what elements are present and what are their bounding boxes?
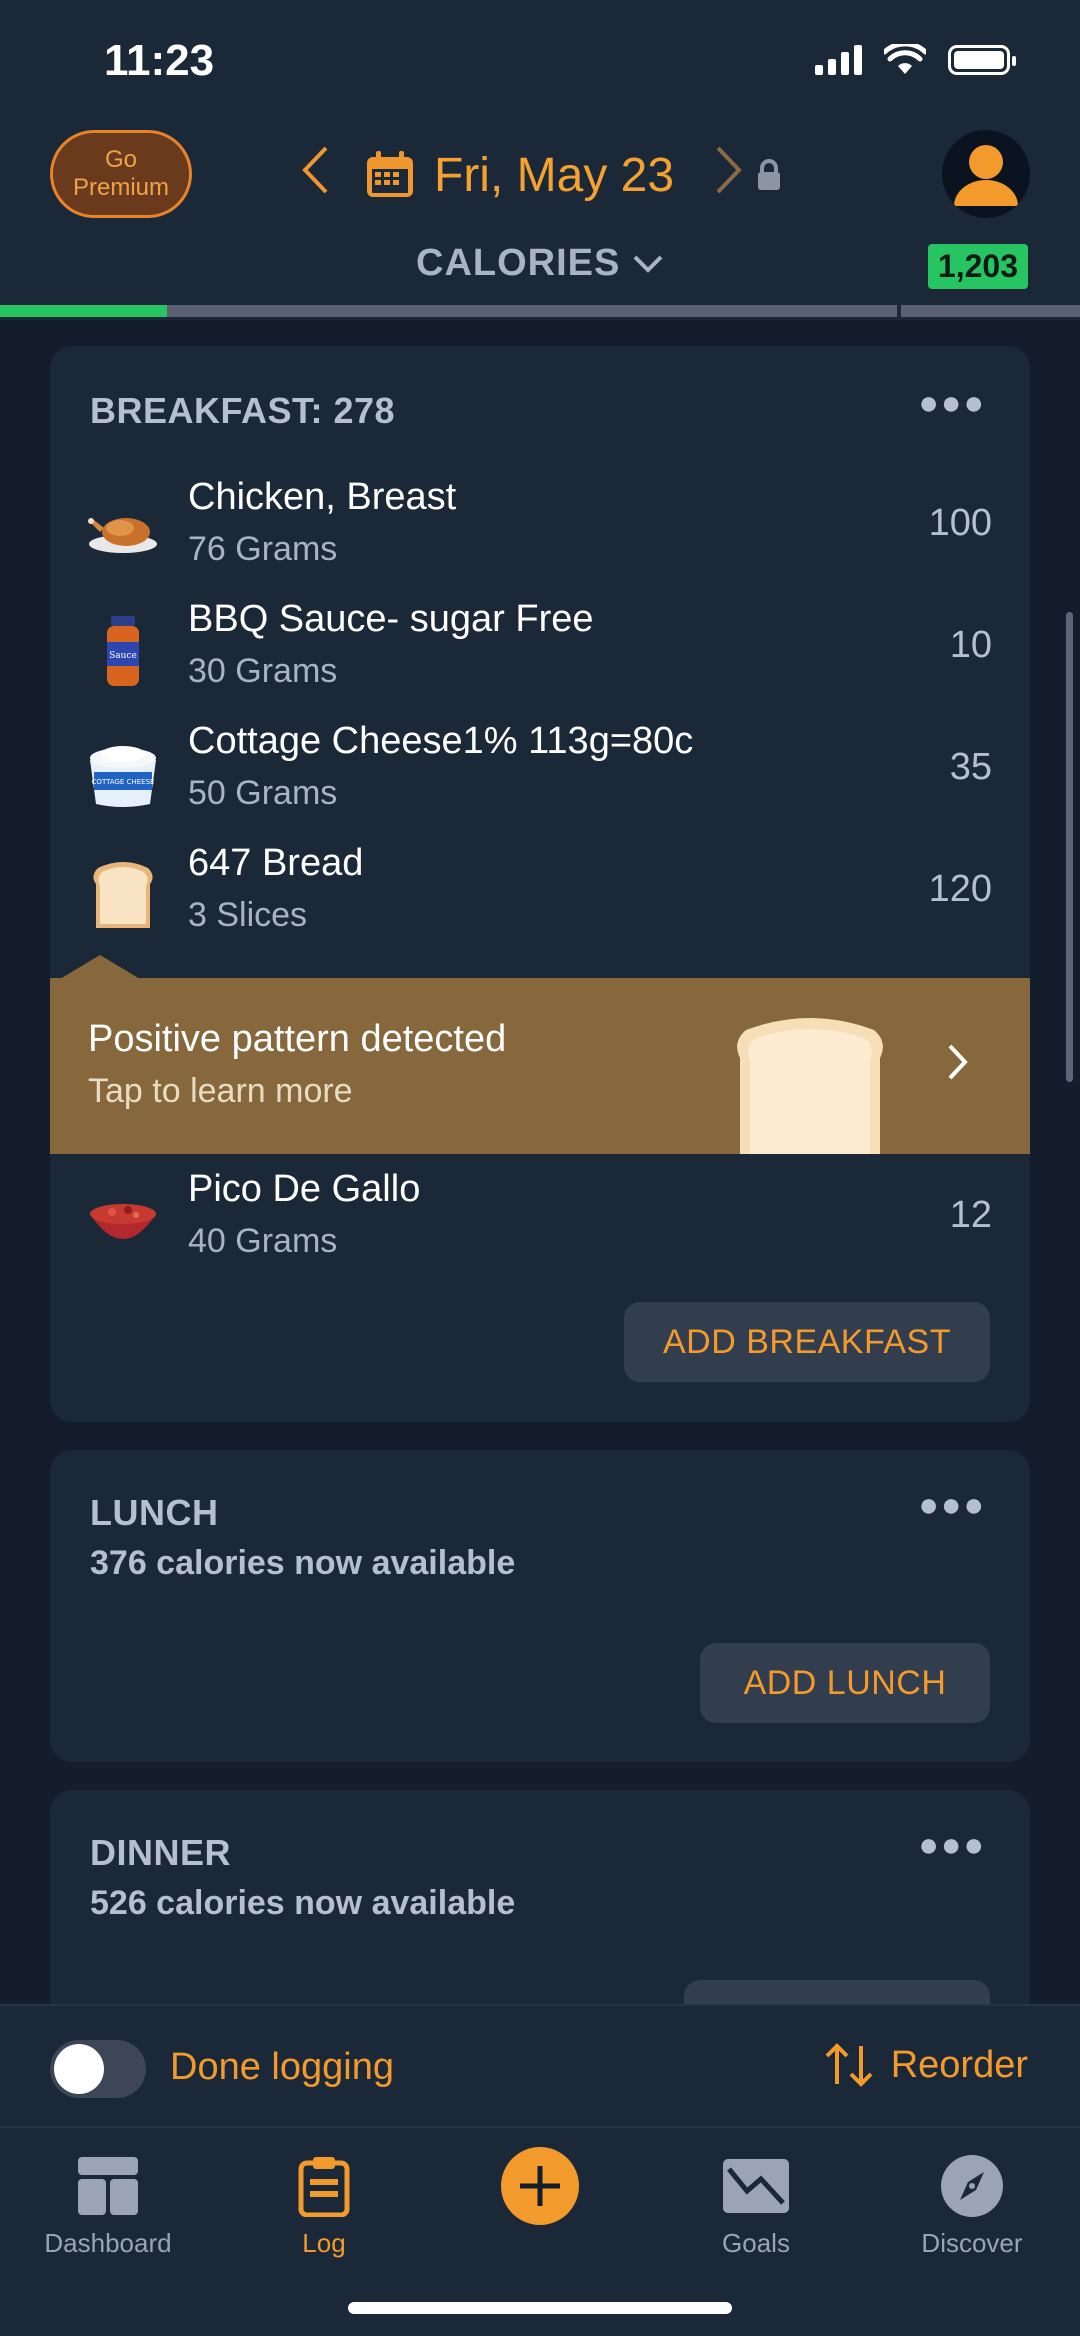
done-logging-bar: Done logging Reorder xyxy=(0,2004,1080,2126)
roast-chicken-icon xyxy=(88,518,157,553)
status-icons xyxy=(815,44,1016,76)
food-item[interactable]: COTTAGE CHEESE Cottage Cheese1% 113g=80c… xyxy=(50,714,1030,824)
next-day-button[interactable] xyxy=(714,145,744,205)
plus-icon xyxy=(501,2147,579,2225)
food-name: Cottage Cheese1% 113g=80c xyxy=(188,720,694,762)
food-name: Pico De Gallo xyxy=(188,1168,421,1210)
clipboard-icon xyxy=(298,2157,350,2217)
svg-text:COTTAGE CHEESE: COTTAGE CHEESE xyxy=(92,778,155,786)
food-quantity: 40 Grams xyxy=(188,1222,338,1260)
food-quantity: 76 Grams xyxy=(188,530,338,568)
previous-day-button[interactable] xyxy=(300,145,330,205)
food-item[interactable]: Chicken, Breast 76 Grams 100 xyxy=(50,470,1030,580)
progress-marker xyxy=(897,305,901,317)
sauce-jar-icon: Sauce xyxy=(107,616,139,686)
bread-icon xyxy=(737,1018,883,1154)
reorder-arrows-icon xyxy=(825,2043,873,2087)
lunch-title: LUNCH xyxy=(90,1492,219,1533)
insight-pointer xyxy=(60,955,140,979)
calendar-icon[interactable] xyxy=(364,149,416,201)
bread-icon xyxy=(93,862,153,928)
chevron-left-icon xyxy=(302,146,328,194)
reorder-label: Reorder xyxy=(890,2043,1028,2086)
tab-label: Log xyxy=(302,2228,346,2258)
breakfast-card: BREAKFAST: 278 ●●● Chicken, Breast 76 Gr… xyxy=(50,346,1030,1422)
home-indicator xyxy=(348,2302,732,2314)
lunch-more-button[interactable]: ●●● xyxy=(918,1486,986,1525)
top-bar: 11:23 Go Premium Fri, May 23 CALORIES 1,… xyxy=(0,0,1080,320)
profile-avatar[interactable] xyxy=(942,130,1030,218)
dinner-more-button[interactable]: ●●● xyxy=(918,1826,986,1865)
reorder-button[interactable]: Reorder xyxy=(823,2042,1028,2088)
compass-icon xyxy=(941,2155,1003,2217)
food-calories: 12 xyxy=(949,1194,992,1236)
tab-log[interactable]: Log xyxy=(216,2144,432,2259)
food-item[interactable]: Sauce BBQ Sauce- sugar Free 30 Grams 10 xyxy=(50,592,1030,702)
food-item[interactable]: Pico De Gallo 40 Grams 12 xyxy=(50,1162,1030,1272)
food-name: Chicken, Breast xyxy=(188,476,457,518)
calorie-progress-fill xyxy=(0,305,168,317)
calories-label: CALORIES xyxy=(416,242,621,284)
food-calories: 120 xyxy=(928,868,992,910)
done-logging-toggle[interactable] xyxy=(50,2040,146,2098)
battery-icon xyxy=(948,45,1016,75)
food-quantity: 30 Grams xyxy=(188,652,338,690)
salsa-bowl-icon xyxy=(90,1204,156,1239)
dinner-title: DINNER xyxy=(90,1832,232,1873)
food-quantity: 3 Slices xyxy=(188,896,308,934)
calories-remaining-badge: 1,203 xyxy=(927,244,1028,289)
status-time: 11:23 xyxy=(104,36,215,85)
tab-goals[interactable]: Goals xyxy=(648,2144,864,2259)
chevron-right-icon xyxy=(716,146,742,194)
user-icon xyxy=(954,145,1018,206)
food-item[interactable]: 647 Bread 3 Slices 120 xyxy=(50,836,1030,946)
go-premium-button[interactable]: Go Premium xyxy=(50,130,192,218)
cottage-cheese-icon: COTTAGE CHEESE xyxy=(90,746,156,807)
lock-icon xyxy=(758,159,781,190)
insight-subtitle: Tap to learn more xyxy=(88,1072,353,1110)
breakfast-more-button[interactable]: ●●● xyxy=(918,384,986,423)
food-calories: 100 xyxy=(928,502,992,544)
calories-dropdown[interactable]: CALORIES xyxy=(0,242,1080,285)
current-date[interactable]: Fri, May 23 xyxy=(434,148,674,203)
scrollbar[interactable] xyxy=(1066,612,1073,1082)
dinner-available: 526 calories now available xyxy=(90,1884,516,1922)
food-name: 647 Bread xyxy=(188,842,364,884)
food-name: BBQ Sauce- sugar Free xyxy=(188,598,594,640)
chevron-right-icon xyxy=(946,1036,970,1094)
tab-label: Goals xyxy=(722,2228,790,2258)
goals-chart-icon xyxy=(723,2159,789,2213)
tab-label: Discover xyxy=(921,2228,1023,2258)
add-lunch-button[interactable]: ADD LUNCH xyxy=(700,1643,990,1723)
lunch-available: 376 calories now available xyxy=(90,1544,516,1582)
insight-title: Positive pattern detected xyxy=(88,1018,507,1060)
dashboard-icon xyxy=(78,2157,138,2215)
calorie-progress-bar xyxy=(0,305,1080,317)
done-logging-label: Done logging xyxy=(170,2046,394,2088)
tab-dashboard[interactable]: Dashboard xyxy=(0,2144,216,2259)
lunch-card: LUNCH 376 calories now available ●●● ADD… xyxy=(50,1450,1030,1762)
svg-text:Sauce: Sauce xyxy=(109,651,137,661)
add-breakfast-button[interactable]: ADD BREAKFAST xyxy=(624,1302,990,1382)
breakfast-title: BREAKFAST: 278 xyxy=(90,390,396,431)
food-calories: 35 xyxy=(949,746,992,788)
chevron-down-icon xyxy=(633,255,663,273)
wifi-icon xyxy=(884,44,926,74)
food-quantity: 50 Grams xyxy=(188,774,338,812)
date-navigator: Fri, May 23 xyxy=(300,140,782,210)
insight-banner[interactable]: Positive pattern detected Tap to learn m… xyxy=(50,978,1030,1154)
tab-discover[interactable]: Discover xyxy=(864,2144,1080,2259)
food-calories: 10 xyxy=(949,624,992,666)
add-food-button[interactable] xyxy=(432,2144,648,2228)
cellular-signal-icon xyxy=(815,45,862,75)
tab-label: Dashboard xyxy=(44,2228,172,2258)
